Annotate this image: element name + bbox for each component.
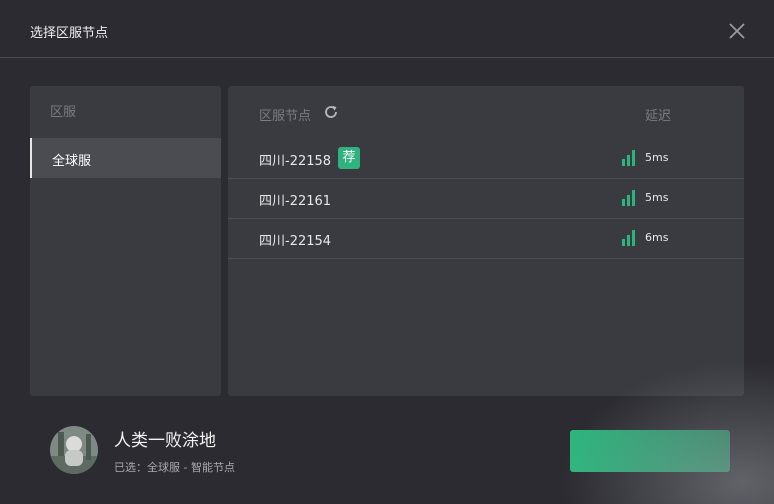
region-item-label: 全球服: [52, 154, 92, 169]
latency-header: 延迟: [645, 109, 672, 124]
selected-indicator: [30, 138, 32, 178]
region-header: 区服: [50, 105, 77, 120]
node-row[interactable]: 四川-22161 5ms: [228, 178, 744, 219]
selected-node-text: 已选：全球服 - 智能节点: [114, 461, 235, 474]
recommended-badge: 荐: [338, 147, 360, 169]
close-icon[interactable]: [726, 20, 748, 42]
node-name: 四川-22154: [259, 234, 332, 249]
signal-icon: [622, 190, 636, 206]
user-name: 人类一败涂地: [114, 431, 216, 451]
dialog-titlebar: 选择区服节点: [0, 0, 774, 58]
node-header: 区服节点: [259, 109, 312, 124]
dialog-title: 选择区服节点: [30, 26, 109, 41]
node-latency: 5ms: [645, 191, 669, 204]
node-name: 四川-22158: [259, 154, 332, 169]
refresh-icon[interactable]: [323, 104, 339, 120]
signal-icon: [622, 230, 636, 246]
node-row[interactable]: 四川-22158 5ms: [228, 138, 744, 179]
node-latency: 6ms: [645, 231, 669, 244]
node-name: 四川-22161: [259, 194, 332, 209]
avatar: [50, 426, 98, 474]
start-button[interactable]: [570, 430, 730, 472]
region-panel: 区服 全球服: [30, 86, 221, 396]
region-item-global[interactable]: 全球服: [30, 138, 221, 178]
node-panel: 区服节点 延迟 四川-22158 5ms 四川-22161 5ms 四川-221…: [228, 86, 744, 396]
node-row[interactable]: 四川-22154 6ms: [228, 218, 744, 259]
signal-icon: [622, 150, 636, 166]
node-latency: 5ms: [645, 151, 669, 164]
